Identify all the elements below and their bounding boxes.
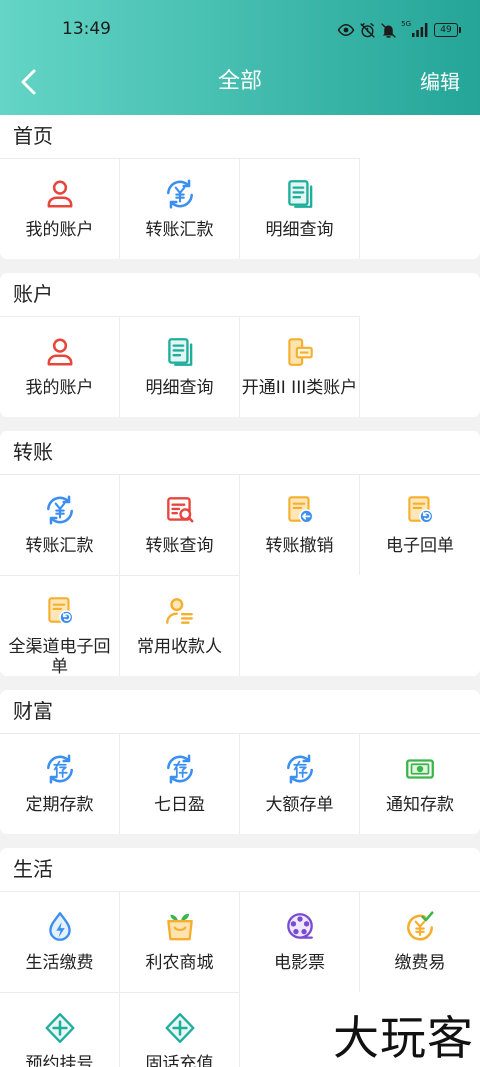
grid-item-e-receipt[interactable]: 电子回单 bbox=[360, 474, 480, 575]
network-type: 5G bbox=[401, 20, 411, 28]
page-title: 全部 bbox=[217, 69, 262, 94]
watermark: 大玩客 bbox=[333, 1011, 474, 1065]
transfer-query-icon bbox=[163, 493, 197, 527]
grid-item-transfer-query[interactable]: 转账查询 bbox=[120, 474, 240, 575]
grid-item-open-class-2-3-account[interactable]: 开通II III类账户 bbox=[240, 316, 360, 417]
mute-bell-icon bbox=[381, 22, 396, 38]
edit-button[interactable]: 编辑 bbox=[420, 67, 460, 97]
grid-item-label: 我的账户 bbox=[25, 220, 94, 240]
grid-item-label: 电影票 bbox=[274, 953, 325, 973]
eye-icon bbox=[337, 23, 355, 37]
section-title: 财富 bbox=[13, 699, 53, 723]
function-grid: 转账汇款 转账查询 转账撤销 电子回单 全渠道电子回单 常用收款人 bbox=[0, 474, 480, 676]
deposit-icon bbox=[163, 752, 197, 786]
grid-item-transfer-remit[interactable]: 转账汇款 bbox=[0, 474, 120, 575]
shop-bag-icon bbox=[163, 910, 197, 944]
grid-item-seven-day-yield[interactable]: 七日盈 bbox=[120, 733, 240, 834]
function-grid: 定期存款 七日盈 大额存单 通知存款 bbox=[0, 733, 480, 834]
grid-item-label: 电子回单 bbox=[386, 536, 454, 556]
section-home: 首页 我的账户 转账汇款 明细查询 bbox=[0, 115, 480, 259]
section-title: 生活 bbox=[13, 857, 53, 881]
grid-item-notice-deposit[interactable]: 通知存款 bbox=[360, 733, 480, 834]
grid-item-linong-mall[interactable]: 利农商城 bbox=[120, 891, 240, 992]
grid-item-landline-top-up[interactable]: 固话充值 bbox=[120, 992, 240, 1067]
section-account: 账户 我的账户 明细查询 开通II III类账户 bbox=[0, 273, 480, 417]
grid-item-large-deposit-certificate[interactable]: 大额存单 bbox=[240, 733, 360, 834]
payee-icon bbox=[163, 594, 197, 628]
grid-item-label: 转账撤销 bbox=[265, 536, 334, 556]
grid-item-label: 我的账户 bbox=[25, 378, 94, 398]
grid-item-label: 通知存款 bbox=[386, 795, 454, 815]
person-icon bbox=[43, 177, 77, 211]
detail-icon bbox=[163, 335, 197, 369]
back-button[interactable] bbox=[14, 64, 46, 100]
grid-item-label: 转账汇款 bbox=[145, 220, 214, 240]
scroll-content[interactable]: 首页 我的账户 转账汇款 明细查询 账户 我的账户 明细查询 开通II III类… bbox=[0, 115, 480, 1067]
grid-item-fixed-deposit[interactable]: 定期存款 bbox=[0, 733, 120, 834]
grid-item-label: 转账汇款 bbox=[25, 536, 94, 556]
grid-item-frequent-payees[interactable]: 常用收款人 bbox=[120, 575, 240, 676]
grid-item-label: 缴费易 bbox=[394, 953, 446, 973]
transfer-revoke-icon bbox=[283, 493, 317, 527]
alarm-off-icon bbox=[360, 22, 375, 38]
grid-item-movie-tickets[interactable]: 电影票 bbox=[240, 891, 360, 992]
grid-item-label: 明细查询 bbox=[145, 378, 214, 398]
deposit-icon bbox=[43, 752, 77, 786]
grid-item-label: 转账查询 bbox=[145, 536, 214, 556]
grid-item-label: 全渠道电子回单 bbox=[8, 637, 111, 676]
grid-item-easy-pay[interactable]: 缴费易 bbox=[360, 891, 480, 992]
receipt-icon bbox=[403, 493, 437, 527]
detail-icon bbox=[283, 177, 317, 211]
grid-item-transfer-revoke[interactable]: 转账撤销 bbox=[240, 474, 360, 575]
app-header: 13:49 5G 49 全部 编辑 bbox=[0, 0, 480, 115]
grid-item-label: 预约挂号 bbox=[25, 1054, 94, 1067]
person-icon bbox=[43, 335, 77, 369]
pay-easy-icon bbox=[403, 910, 437, 944]
plus-icon bbox=[163, 1011, 197, 1045]
section-wealth: 财富 定期存款 七日盈 大额存单 通知存款 bbox=[0, 690, 480, 834]
signal-icon bbox=[412, 23, 428, 37]
card-icon bbox=[283, 335, 317, 369]
grid-item-utility-payment[interactable]: 生活缴费 bbox=[0, 891, 120, 992]
film-icon bbox=[283, 910, 317, 944]
grid-item-label: 定期存款 bbox=[25, 795, 94, 815]
cash-icon bbox=[403, 752, 437, 786]
chevron-left-icon bbox=[21, 69, 36, 95]
transfer-icon bbox=[43, 493, 77, 527]
grid-item-transfer-remit[interactable]: 转账汇款 bbox=[120, 158, 240, 259]
receipt-icon bbox=[43, 594, 77, 628]
grid-item-label: 生活缴费 bbox=[25, 953, 94, 973]
status-time: 13:49 bbox=[62, 19, 111, 39]
grid-item-label: 利农商城 bbox=[145, 953, 214, 973]
transfer-icon bbox=[163, 177, 197, 211]
grid-item-label: 常用收款人 bbox=[137, 637, 222, 657]
function-grid: 我的账户 明细查询 开通II III类账户 bbox=[0, 316, 480, 417]
function-grid: 我的账户 转账汇款 明细查询 bbox=[0, 158, 480, 259]
battery-level: 49 bbox=[434, 23, 461, 37]
grid-item-my-account[interactable]: 我的账户 bbox=[0, 316, 120, 417]
section-title: 首页 bbox=[13, 124, 53, 148]
grid-item-omni-channel-e-receipt[interactable]: 全渠道电子回单 bbox=[0, 575, 120, 676]
plus-icon bbox=[43, 1011, 77, 1045]
section-title: 账户 bbox=[13, 282, 53, 306]
grid-item-appointment-booking[interactable]: 预约挂号 bbox=[0, 992, 120, 1067]
grid-item-label: 开通II III类账户 bbox=[241, 378, 358, 398]
grid-item-label: 七日盈 bbox=[154, 795, 205, 815]
section-transfer: 转账 转账汇款 转账查询 转账撤销 电子回单 全渠道电子回单 常用收款人 bbox=[0, 431, 480, 676]
grid-item-transaction-details[interactable]: 明细查询 bbox=[240, 158, 360, 259]
grid-item-label: 明细查询 bbox=[265, 220, 334, 240]
grid-item-transaction-details[interactable]: 明细查询 bbox=[120, 316, 240, 417]
status-icons: 5G 49 bbox=[337, 20, 461, 39]
water-icon bbox=[43, 910, 77, 944]
grid-item-my-account[interactable]: 我的账户 bbox=[0, 158, 120, 259]
deposit-icon bbox=[283, 752, 317, 786]
grid-item-label: 大额存单 bbox=[265, 795, 334, 815]
grid-item-label: 固话充值 bbox=[145, 1054, 214, 1067]
section-title: 转账 bbox=[13, 440, 53, 464]
